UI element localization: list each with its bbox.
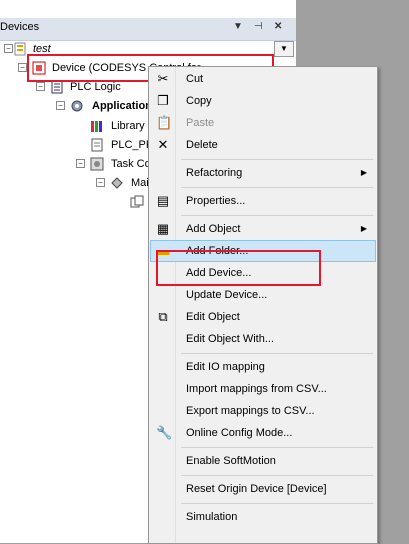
add-object-icon: ▦ <box>156 221 170 236</box>
wrench-icon: 🔧 <box>156 425 173 440</box>
menu-item-import-mappings[interactable]: Import mappings from CSV... <box>151 379 375 399</box>
menu-item-enable-softmotion[interactable]: Enable SoftMotion <box>151 451 375 471</box>
panel-title-bar: Devices ▼ ⊣ ✕ <box>0 18 296 41</box>
menu-item-update-device[interactable]: Update Device... <box>151 285 375 305</box>
menu-item-label: Enable SoftMotion <box>186 455 276 467</box>
menu-item-refactoring[interactable]: Refactoring ▶ <box>151 163 375 183</box>
menu-item-label: Import mappings from CSV... <box>186 383 327 395</box>
menu-item-delete[interactable]: ✕ Delete <box>151 135 375 155</box>
collapse-icon[interactable]: − <box>56 101 65 110</box>
menu-separator <box>181 187 373 188</box>
menu-item-label: Edit Object With... <box>186 333 275 345</box>
pin-icon[interactable]: ⊣ <box>254 21 263 32</box>
program-call-icon <box>130 195 144 208</box>
menu-item-paste[interactable]: 📋 Paste <box>151 113 375 133</box>
menu-item-label: Edit IO mapping <box>186 361 265 373</box>
library-icon <box>91 121 102 132</box>
menu-item-label: Cut <box>186 73 204 85</box>
submenu-arrow-icon: ▶ <box>360 168 367 177</box>
menu-item-add-object[interactable]: ▦ Add Object ▶ <box>151 219 375 239</box>
panel-title: Devices <box>0 21 40 33</box>
collapse-icon[interactable]: − <box>18 63 27 72</box>
gear-icon <box>71 100 83 112</box>
collapse-icon[interactable]: − <box>96 178 105 187</box>
tree-item-label: Library <box>111 120 145 132</box>
collapse-icon[interactable]: − <box>4 44 13 53</box>
close-icon[interactable]: ✕ <box>274 21 282 32</box>
menu-item-properties[interactable]: ▤ Properties... <box>151 191 375 211</box>
scissors-icon: ✂ <box>157 71 169 86</box>
menu-separator <box>181 475 373 476</box>
annotation-box-add-device <box>156 250 321 286</box>
menu-item-simulation[interactable]: Simulation <box>151 507 375 527</box>
menu-item-label: Online Config Mode... <box>186 427 293 439</box>
menu-separator <box>181 215 373 216</box>
menu-item-edit-io-mapping[interactable]: Edit IO mapping <box>151 357 375 377</box>
delete-icon: ✕ <box>157 137 169 152</box>
menu-separator <box>181 447 373 448</box>
menu-item-label: Delete <box>186 139 218 151</box>
tree-dropdown-button[interactable]: ▼ <box>274 41 294 57</box>
tree-item-label: Mai <box>131 177 149 189</box>
menu-item-reset-origin-device[interactable]: Reset Origin Device [Device] <box>151 479 375 499</box>
menu-separator <box>181 353 373 354</box>
collapse-icon[interactable]: − <box>36 82 45 91</box>
tree-item-label: Application <box>92 100 152 112</box>
menu-item-label: Reset Origin Device [Device] <box>186 483 327 495</box>
plc-logic-icon <box>51 80 63 94</box>
menu-item-online-config-mode[interactable]: 🔧 Online Config Mode... <box>151 423 375 443</box>
menu-item-edit-object-with[interactable]: Edit Object With... <box>151 329 375 349</box>
submenu-arrow-icon: ▶ <box>360 224 367 233</box>
menu-item-label: Update Device... <box>186 289 268 301</box>
menu-item-label: Export mappings to CSV... <box>186 405 315 417</box>
menu-item-label: Simulation <box>186 511 238 523</box>
menu-item-cut[interactable]: ✂ Cut <box>151 69 375 89</box>
properties-icon: ▤ <box>156 193 170 208</box>
menu-item-copy[interactable]: ❐ Copy <box>151 91 375 111</box>
menu-item-label: Properties... <box>186 195 246 207</box>
paste-icon: 📋 <box>156 115 173 130</box>
menu-item-label: Copy <box>186 95 212 107</box>
document-icon <box>91 138 103 152</box>
menu-separator <box>181 503 373 504</box>
menu-item-label: Refactoring <box>186 167 243 179</box>
menu-item-label: Edit Object <box>186 311 240 323</box>
context-menu: ✂ Cut ❐ Copy 📋 Paste ✕ Delete Refactorin… <box>148 66 378 544</box>
copy-icon: ❐ <box>157 93 169 108</box>
edit-object-icon: ⧉ <box>158 309 168 324</box>
menu-item-label: Add Object <box>186 223 241 235</box>
menu-item-label: Paste <box>186 117 215 129</box>
project-icon <box>14 42 26 56</box>
collapse-icon[interactable]: − <box>76 159 85 168</box>
task-icon <box>111 177 123 189</box>
task-config-icon <box>90 157 104 171</box>
menu-item-export-mappings[interactable]: Export mappings to CSV... <box>151 401 375 421</box>
dropdown-icon[interactable]: ▼ <box>233 21 243 32</box>
tree-item-label: Task Co <box>111 158 151 170</box>
menu-separator <box>181 159 373 160</box>
menu-item-edit-object[interactable]: ⧉ Edit Object <box>151 307 375 327</box>
